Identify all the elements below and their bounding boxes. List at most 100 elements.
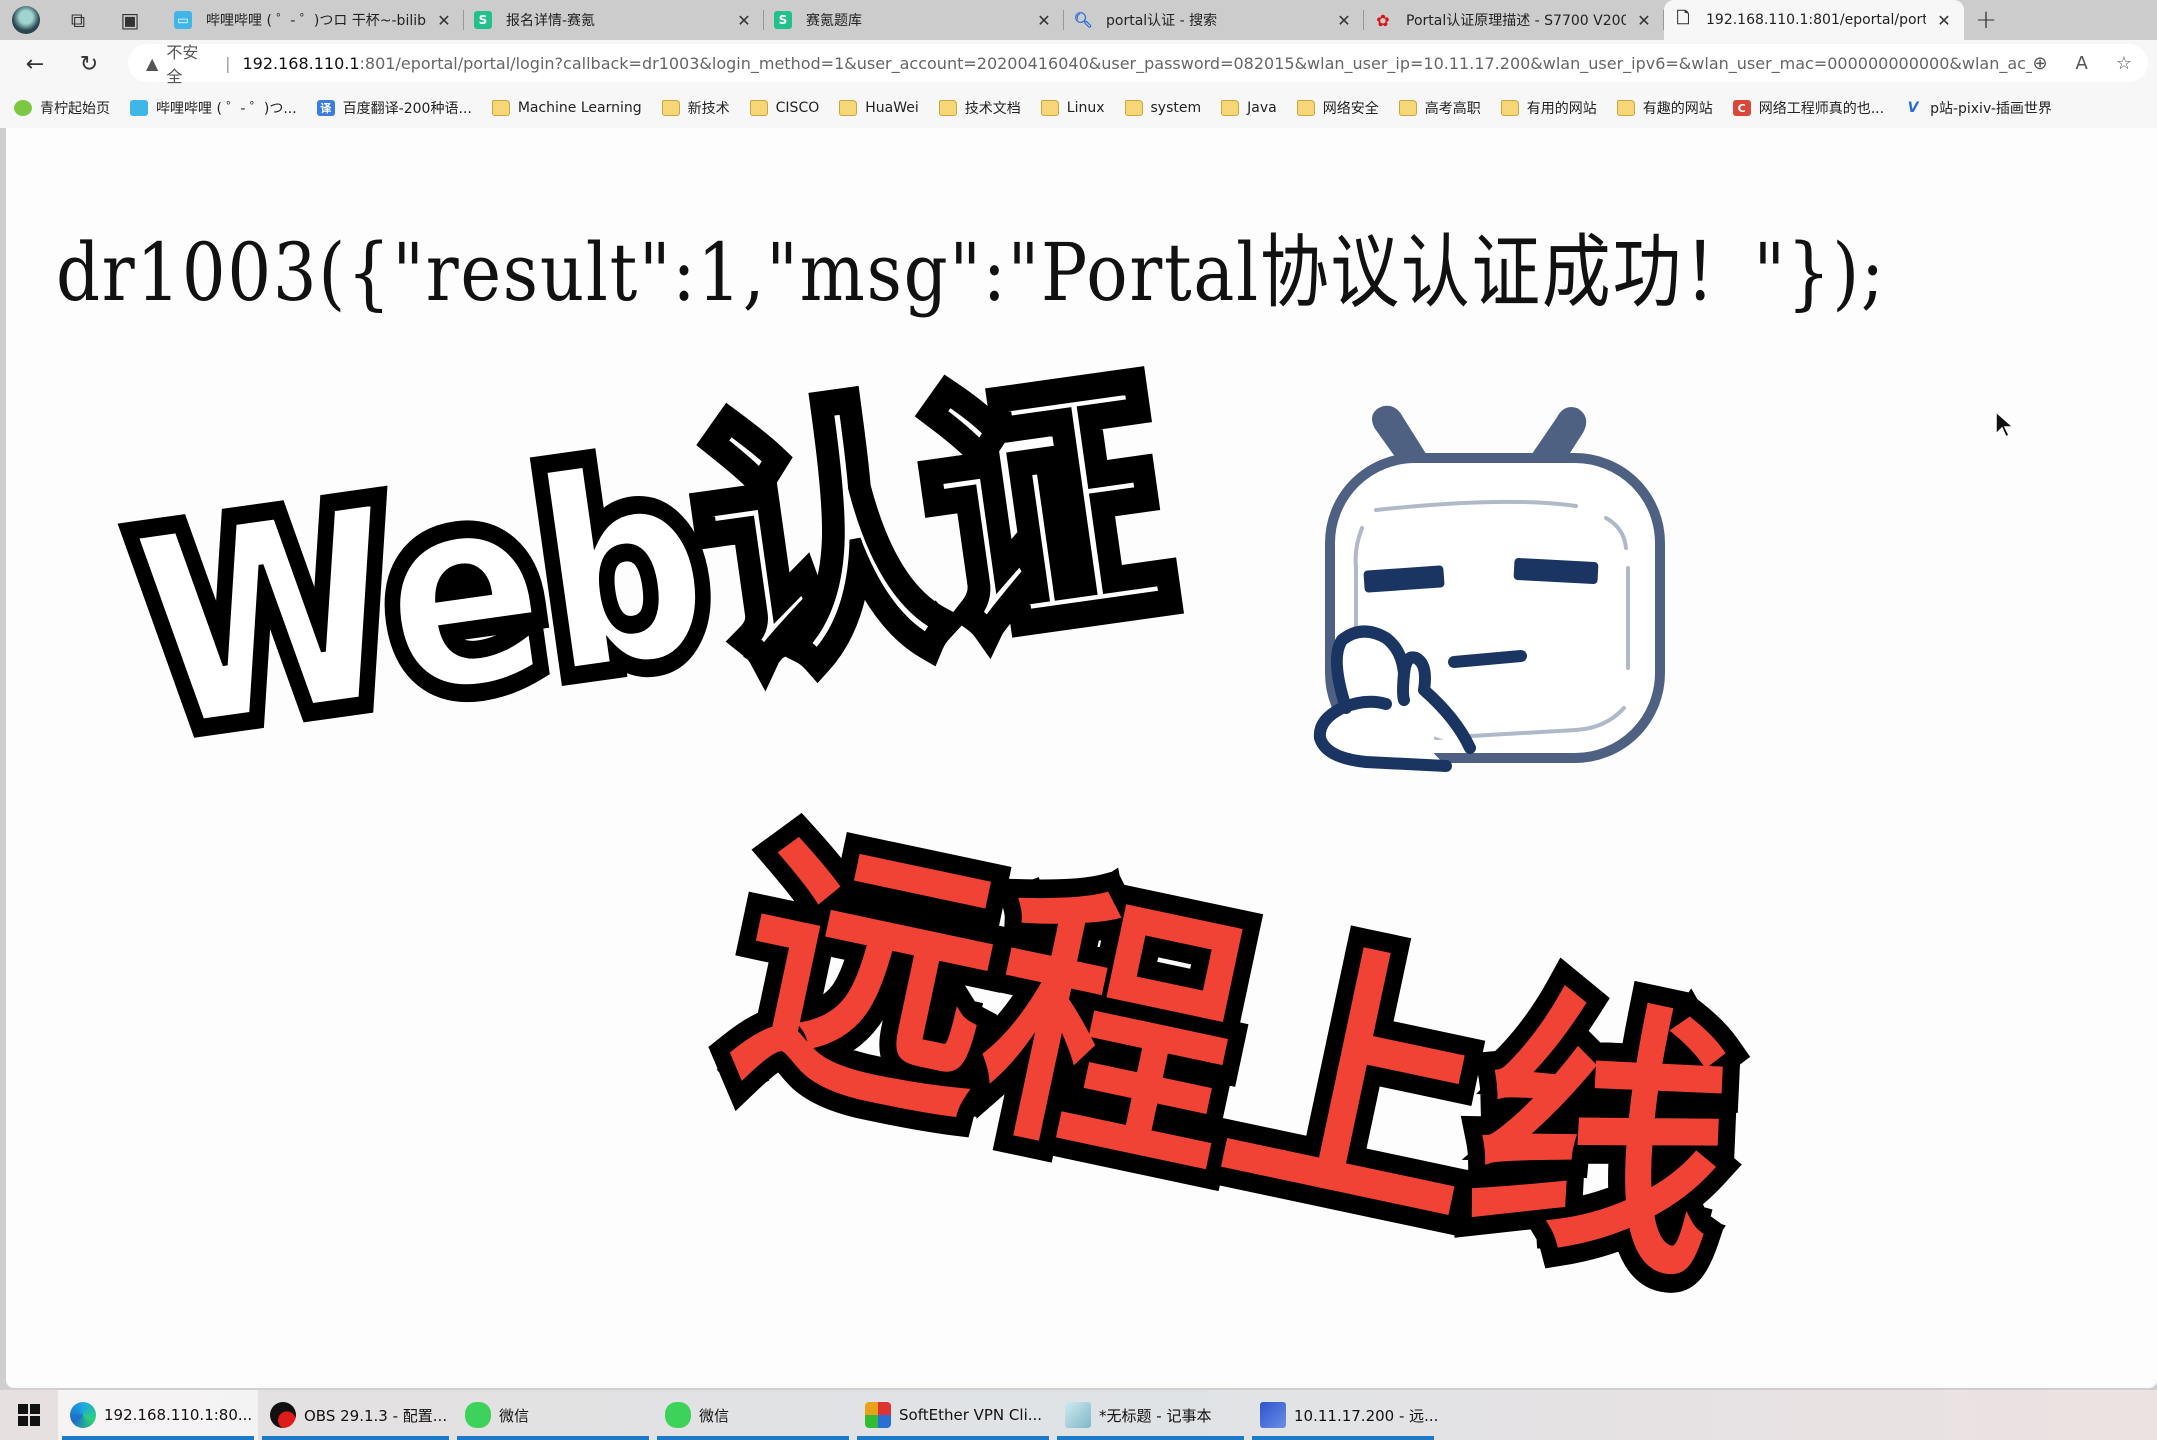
profile-button[interactable] xyxy=(0,0,52,40)
bookmark-label: 技术文档 xyxy=(964,101,1021,117)
bookmark-folder[interactable]: 有用的网站 xyxy=(1500,98,1597,118)
bookmark-item[interactable]: Vp站-pixiv-插画世界 xyxy=(1904,98,2052,118)
start-button[interactable] xyxy=(0,1390,58,1440)
bookmark-folder[interactable]: system xyxy=(1124,100,1202,116)
bookmark-label: 哔哩哔哩 ( ゜- ゜)つ... xyxy=(156,101,297,117)
taskbar-item-label: 10.11.17.200 - 远... xyxy=(1294,1406,1439,1425)
tab-huawei[interactable]: ✿ Portal认证原理描述 - S7700 V200 ✕ xyxy=(1364,0,1664,40)
bookmark-label: 高考高职 xyxy=(1424,101,1481,117)
bookmark-item[interactable]: C 网络工程师真的也... xyxy=(1732,98,1885,118)
remote-desktop-icon xyxy=(1260,1402,1286,1428)
close-tab-button[interactable]: ✕ xyxy=(1334,11,1354,30)
headline-inner-line: Web认证 xyxy=(122,343,1181,790)
bookmark-folder[interactable]: 高考高职 xyxy=(1398,98,1481,118)
taskbar-item-label: *无标题 - 记事本 xyxy=(1099,1406,1212,1425)
favorite-star-icon[interactable]: ☆ xyxy=(2116,53,2132,74)
taskbar-item-notepad[interactable]: *无标题 - 记事本 xyxy=(1053,1390,1248,1440)
tab-bilibili[interactable]: ▭ 哔哩哔哩 ( ゜- ゜)つロ 干杯~-bilibili ✕ xyxy=(164,0,464,40)
bookmark-label: 网络安全 xyxy=(1322,101,1379,117)
reload-icon: ↻ xyxy=(79,51,99,77)
bookmark-folder[interactable]: CISCO xyxy=(749,100,820,116)
taskbar-item-wechat[interactable]: 微信 xyxy=(453,1390,653,1440)
tab-title: 192.168.110.1:801/eportal/portal xyxy=(1706,12,1926,28)
bookmark-folder[interactable]: HuaWei xyxy=(839,100,919,116)
mascot-ear-left xyxy=(1372,405,1428,462)
bookmark-label: Machine Learning xyxy=(517,100,642,116)
folder-icon xyxy=(1616,100,1635,116)
folder-icon xyxy=(491,100,510,116)
bookmark-label: 新技术 xyxy=(687,101,730,117)
workspaces-button[interactable]: ⧉ xyxy=(52,0,104,40)
bookmark-item[interactable]: 哔哩哔哩 ( ゜- ゜)つ... xyxy=(130,98,297,118)
tab-search[interactable]: 🔍︎ portal认证 - 搜索 ✕ xyxy=(1064,0,1364,40)
taskbar-item-softether[interactable]: SoftEther VPN Cli... xyxy=(853,1390,1053,1440)
bookmark-label: HuaWei xyxy=(865,100,919,116)
bookmark-label: 百度翻译-200种语... xyxy=(342,101,472,117)
tab-portal-active[interactable]: 🗋 192.168.110.1:801/eportal/portal ✕ xyxy=(1664,0,1964,40)
taskbar-item-label: OBS 29.1.3 - 配置... xyxy=(304,1406,448,1425)
obs-icon xyxy=(270,1402,296,1428)
bookmark-folder[interactable]: Machine Learning xyxy=(491,100,642,116)
close-tab-button[interactable]: ✕ xyxy=(1634,11,1654,30)
page-icon: 🗋 xyxy=(1676,7,1690,27)
security-indicator[interactable]: 不安全 xyxy=(166,39,213,87)
wechat-icon xyxy=(465,1402,491,1428)
bookmark-label: 有趣的网站 xyxy=(1642,101,1713,117)
close-tab-button[interactable]: ✕ xyxy=(734,11,754,30)
tab-strip: ⧉ ▣ ▭ 哔哩哔哩 ( ゜- ゜)つロ 干杯~-bilibili ✕ S 报名… xyxy=(0,0,2157,40)
bookmark-folder[interactable]: 有趣的网站 xyxy=(1616,98,1713,118)
tab-title: portal认证 - 搜索 xyxy=(1106,13,1218,29)
tab-saikr-questions[interactable]: S 赛氪题库 ✕ xyxy=(764,0,1064,40)
close-tab-button[interactable]: ✕ xyxy=(1934,11,1954,30)
reload-button[interactable]: ↻ xyxy=(62,52,116,77)
taskbar-item-edge[interactable]: 192.168.110.1:80... xyxy=(58,1390,258,1440)
huawei-icon: ✿ xyxy=(1376,10,1390,30)
back-button[interactable]: ← xyxy=(8,52,62,77)
bookmark-item[interactable]: 译百度翻译-200种语... xyxy=(316,98,472,118)
saikr-icon: S xyxy=(774,11,792,29)
bookmark-folder[interactable]: Java xyxy=(1221,100,1277,116)
bookmark-label: 网络工程师真的也... xyxy=(1758,101,1885,117)
c-icon: C xyxy=(1732,100,1751,116)
bilibili-icon xyxy=(130,100,148,116)
bookmark-label: system xyxy=(1150,100,1202,116)
bookmark-folder[interactable]: 技术文档 xyxy=(938,98,1021,118)
bookmark-folder[interactable]: Linux xyxy=(1040,100,1105,116)
subheadline-text: 远程上线 xyxy=(695,780,1775,1337)
folder-icon xyxy=(661,100,680,116)
mascot-ear-right xyxy=(1530,407,1587,462)
mascot-mouth xyxy=(1448,650,1527,668)
zoom-icon[interactable]: ⊕ xyxy=(2032,53,2047,74)
lime-icon xyxy=(14,100,32,116)
taskbar-item-label: 微信 xyxy=(499,1406,530,1425)
notepad-icon xyxy=(1065,1402,1091,1428)
folder-icon xyxy=(839,100,858,116)
taskbar-item-remote-desktop[interactable]: 10.11.17.200 - 远... xyxy=(1248,1390,1438,1440)
avatar xyxy=(12,6,40,34)
folder-icon xyxy=(749,100,768,116)
taskbar-item-wechat[interactable]: 微信 xyxy=(653,1390,853,1440)
bookmark-folder[interactable]: 新技术 xyxy=(661,98,730,118)
headline-text: Web认证 Web认证 xyxy=(108,329,1195,804)
folder-icon xyxy=(1040,100,1059,116)
read-aloud-icon[interactable]: A xyxy=(2076,53,2088,74)
taskbar-item-obs[interactable]: OBS 29.1.3 - 配置... xyxy=(258,1390,453,1440)
close-tab-button[interactable]: ✕ xyxy=(1034,11,1054,30)
bilibili-mascot-icon xyxy=(1313,405,1665,772)
wechat-icon xyxy=(665,1402,691,1428)
bookmark-item[interactable]: 青柠起始页 xyxy=(14,98,110,118)
mascot-eye-right xyxy=(1513,558,1599,584)
bookmark-folder[interactable]: 网络安全 xyxy=(1296,98,1379,118)
tab-saikr-signup[interactable]: S 报名详情-赛氪 ✕ xyxy=(464,0,764,40)
close-tab-button[interactable]: ✕ xyxy=(434,11,454,30)
address-bar[interactable]: ▲ 不安全 | 192.168.110.1 :801/eportal/porta… xyxy=(128,43,2148,86)
vertical-tabs-button[interactable]: ▣ xyxy=(104,0,156,40)
bookmark-label: CISCO xyxy=(775,100,820,116)
mouse-cursor-icon xyxy=(1995,410,2015,439)
v-icon: V xyxy=(1907,100,1919,116)
softether-icon xyxy=(865,1402,891,1428)
warning-icon: ▲ xyxy=(146,53,159,73)
taskbar-item-label: 微信 xyxy=(699,1406,730,1425)
windows-taskbar: 192.168.110.1:80... OBS 29.1.3 - 配置... 微… xyxy=(0,1390,2157,1440)
new-tab-button[interactable]: + xyxy=(1964,5,2008,35)
